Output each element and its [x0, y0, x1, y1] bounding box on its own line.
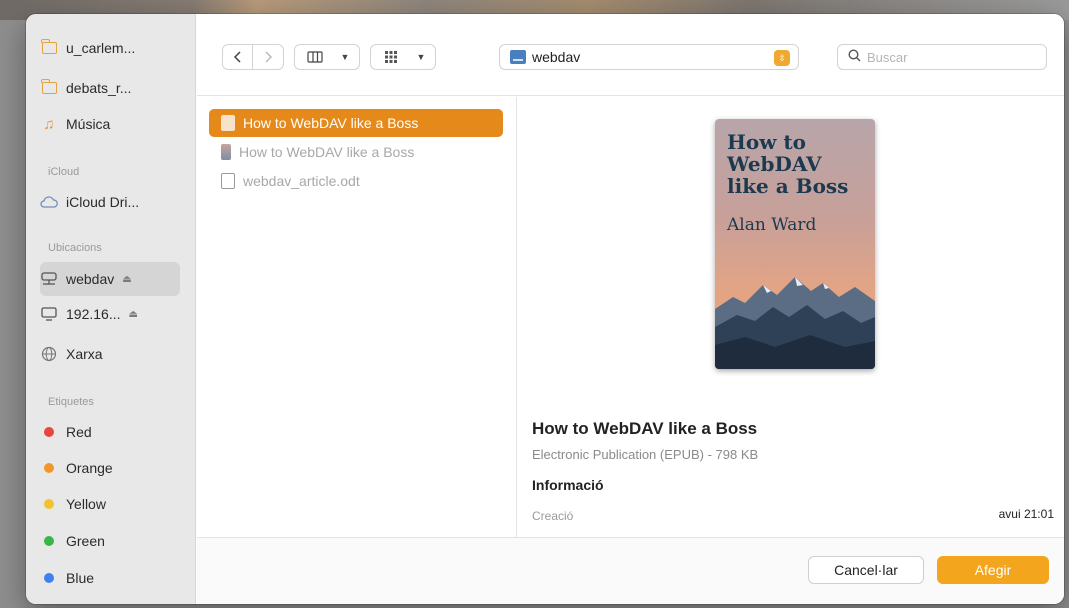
file-open-dialog: u_carlem... debats_r... ♫ Música iCloud … — [26, 14, 1064, 604]
tag-dot-icon — [40, 569, 58, 587]
eject-icon[interactable]: ⏏ — [129, 309, 138, 320]
tag-yellow[interactable]: Yellow — [40, 490, 106, 518]
preview-file-kind: Electronic Publication (EPUB) - 798 KB — [532, 447, 759, 462]
cloud-icon — [40, 193, 58, 211]
view-mode-button[interactable]: ▼ — [294, 44, 360, 70]
created-label: Creació — [532, 509, 574, 523]
nav-buttons — [222, 44, 284, 70]
group-button[interactable]: ▼ — [370, 44, 436, 70]
search-icon — [848, 49, 861, 65]
folder-icon — [40, 39, 58, 57]
file-row-epub-selected[interactable]: How to WebDAV like a Boss — [209, 109, 503, 137]
chevron-left-icon[interactable] — [223, 45, 253, 69]
tag-blue[interactable]: Blue — [40, 564, 94, 592]
tag-dot-icon — [40, 532, 58, 550]
tag-dot-icon — [40, 459, 58, 477]
tag-orange[interactable]: Orange — [40, 454, 113, 482]
sidebar-item-u-carlem[interactable]: u_carlem... — [40, 34, 135, 62]
cover-title: How to WebDAV like a Boss — [727, 130, 849, 198]
chevron-down-icon: ▼ — [340, 52, 350, 62]
display-icon — [40, 305, 58, 323]
location-popup[interactable]: webdav ⇳ — [499, 44, 799, 70]
section-header-locations: Ubicacions — [48, 242, 102, 254]
eject-icon[interactable]: ⏏ — [122, 274, 131, 285]
cover-author: Alan Ward — [727, 215, 817, 235]
section-header-icloud: iCloud — [48, 166, 80, 178]
file-name: webdav_article.odt — [243, 173, 360, 189]
tag-dot-icon — [40, 423, 58, 441]
music-icon: ♫ — [43, 115, 55, 133]
document-icon — [221, 115, 235, 131]
grid-icon — [371, 45, 411, 69]
sidebar-item-label: iCloud Dri... — [66, 194, 140, 210]
text-document-icon — [221, 173, 235, 189]
section-header-tags: Etiquetes — [48, 396, 94, 408]
sidebar-item-debats[interactable]: debats_r... — [40, 74, 131, 102]
folder-icon — [40, 79, 58, 97]
add-button[interactable]: Afegir — [937, 556, 1049, 584]
sidebar-item-192[interactable]: 192.16... ⏏ — [40, 300, 138, 328]
sidebar-item-label: u_carlem... — [66, 40, 136, 56]
tag-dot-icon — [40, 495, 58, 513]
sidebar-item-webdav[interactable]: webdav ⏏ — [40, 265, 132, 293]
file-name: How to WebDAV like a Boss — [239, 144, 415, 160]
sidebar-item-musica[interactable]: ♫ Música — [40, 110, 110, 138]
created-value: avui 21:01 — [998, 507, 1054, 521]
chevron-down-icon: ▼ — [416, 52, 426, 62]
toolbar: ▼ ▼ webdav ⇳ Buscar — [197, 14, 1064, 96]
file-row-odt[interactable]: webdav_article.odt — [209, 167, 503, 195]
location-label: webdav — [532, 49, 581, 65]
tag-green[interactable]: Green — [40, 527, 105, 555]
sidebar-item-label: Música — [66, 116, 111, 132]
globe-icon — [40, 345, 58, 363]
sidebar-item-label: webdav — [66, 271, 115, 287]
columns-view-icon — [295, 45, 335, 69]
tag-label: Red — [66, 424, 92, 440]
info-header: Informació — [532, 477, 604, 493]
sidebar: u_carlem... debats_r... ♫ Música iCloud … — [26, 14, 196, 604]
file-column: How to WebDAV like a Boss How to WebDAV … — [197, 97, 517, 537]
updown-chevron-icon: ⇳ — [774, 50, 790, 66]
search-field[interactable]: Buscar — [837, 44, 1047, 70]
sidebar-item-icloud-drive[interactable]: iCloud Dri... — [40, 188, 139, 216]
preview-file-name: How to WebDAV like a Boss — [532, 419, 758, 438]
tag-label: Blue — [66, 570, 95, 586]
tag-label: Green — [66, 533, 105, 549]
tag-label: Orange — [66, 460, 113, 476]
network-drive-icon — [40, 270, 58, 288]
chevron-right-icon[interactable] — [253, 45, 283, 69]
sidebar-item-label: Xarxa — [66, 346, 103, 362]
preview-pane: How to WebDAV like a Boss Alan Ward How … — [518, 97, 1064, 537]
network-drive-icon — [510, 50, 526, 64]
tag-label: Yellow — [66, 496, 106, 512]
book-icon — [221, 144, 231, 160]
mountain-illustration — [715, 277, 875, 369]
sidebar-item-label: 192.16... — [66, 306, 121, 322]
book-cover-image: How to WebDAV like a Boss Alan Ward — [715, 119, 875, 369]
sidebar-item-label: debats_r... — [66, 80, 132, 96]
file-name: How to WebDAV like a Boss — [243, 115, 419, 131]
dialog-footer: Cancel·lar Afegir — [197, 537, 1064, 604]
cancel-button[interactable]: Cancel·lar — [808, 556, 924, 584]
sidebar-item-xarxa[interactable]: Xarxa — [40, 340, 103, 368]
file-row-epub-alt[interactable]: How to WebDAV like a Boss — [209, 138, 503, 166]
search-placeholder: Buscar — [867, 49, 908, 65]
tag-red[interactable]: Red — [40, 418, 92, 446]
